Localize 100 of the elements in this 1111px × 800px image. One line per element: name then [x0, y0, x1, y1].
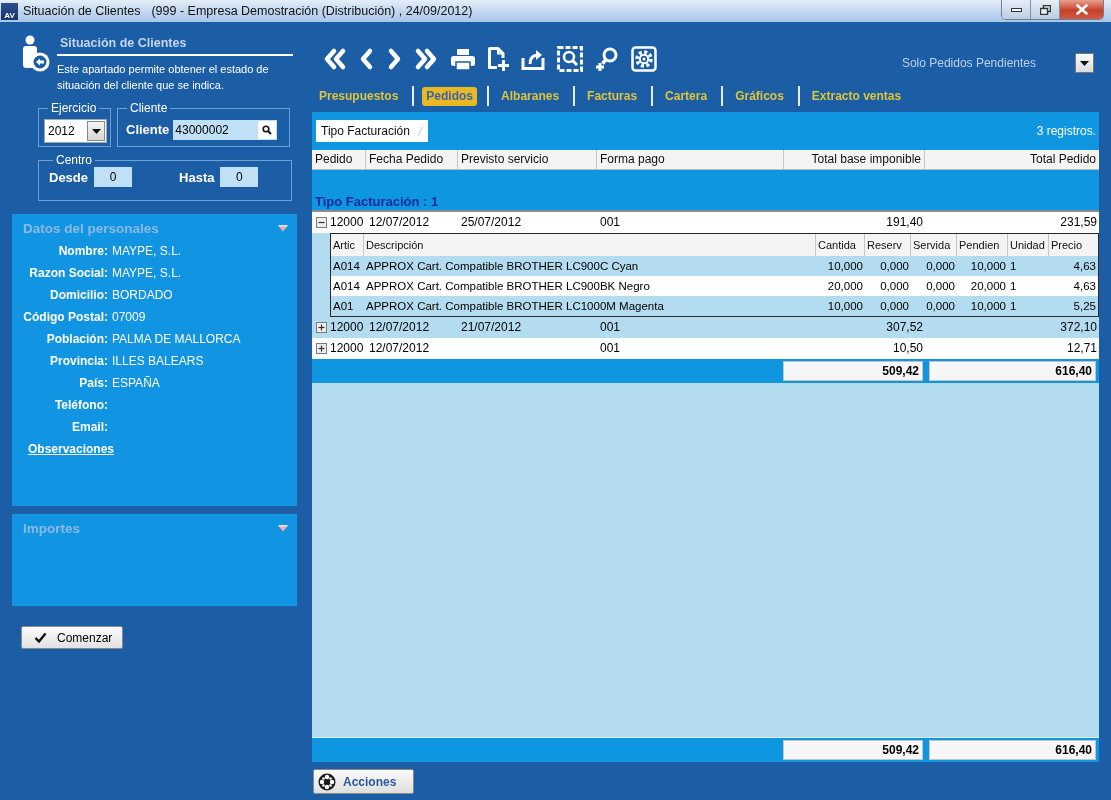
record-count: 3 registros.	[1036, 124, 1096, 138]
field-value: ESPAÑA	[111, 376, 161, 390]
field-value: MAYPE, S.L.	[111, 244, 183, 258]
actions-button[interactable]: Acciones	[313, 769, 414, 794]
tab[interactable]: Extracto ventas	[807, 86, 906, 106]
magnifier-plus-icon[interactable]	[594, 46, 620, 72]
table-cell-text: 001	[599, 214, 622, 231]
new-document-icon[interactable]	[487, 46, 509, 72]
table-cell-text: 4,63	[1072, 259, 1097, 274]
section-title: Situación de Clientes	[57, 35, 293, 56]
table-cell-text: 4,63	[1072, 279, 1097, 294]
caret-icon	[1080, 60, 1089, 66]
field-label: Email:	[71, 420, 108, 434]
field-label: Desde	[49, 169, 89, 185]
column-header[interactable]: Pedido	[312, 150, 366, 169]
column-header[interactable]: Total Pedido	[925, 150, 1099, 169]
window-title: Situación de Clientes	[23, 4, 141, 18]
field-label: Nombre:	[57, 244, 108, 258]
table-cell-text: 1	[1009, 279, 1018, 294]
gear-icon[interactable]	[631, 46, 657, 72]
field-value: PALMA DE MALLORCA	[111, 332, 242, 346]
restore-button[interactable]	[1031, 0, 1060, 19]
table-cell-text: A014	[332, 279, 361, 294]
search-icon	[262, 124, 273, 135]
close-button[interactable]	[1060, 0, 1103, 19]
table-cell-text: 0,000	[879, 279, 910, 294]
field-label: Teléfono:	[53, 398, 108, 412]
field-label: Población:	[45, 332, 108, 346]
table-cell-text: 0,000	[925, 299, 956, 314]
panel-title: Datos del personales	[23, 220, 159, 236]
field-label: Razon Social:	[28, 266, 108, 280]
minimize-button[interactable]	[1002, 0, 1031, 19]
printer-icon[interactable]	[450, 47, 476, 71]
chevron-right-icon[interactable]	[386, 47, 402, 71]
group-label: Tipo Facturación : 1	[315, 194, 439, 209]
tab[interactable]: Facturas	[583, 86, 642, 106]
table-cell-text: 10,000	[969, 299, 1007, 314]
group-label: Ejercicio	[50, 101, 98, 115]
group-by-chip[interactable]: Tipo Facturación	[316, 120, 428, 142]
minus-box-icon[interactable]	[316, 217, 327, 228]
table-cell-text: 12,71	[1065, 340, 1098, 357]
person-icon	[22, 35, 50, 73]
table-cell-text: A01	[332, 299, 355, 314]
double-chevron-right-icon[interactable]	[413, 47, 439, 71]
group-label: Centro	[55, 153, 94, 167]
total-field: 509,42	[783, 740, 923, 760]
field-label: Código Postal:	[22, 310, 108, 324]
window-subtitle: (999 - Empresa Demostración (Distribución) , 24/09/2012)	[151, 4, 473, 18]
tab[interactable]: Albaranes	[497, 86, 564, 106]
table-cell-text: 191,40	[885, 214, 924, 231]
column-header[interactable]: Precio	[1049, 234, 1098, 256]
table-cell-text: 12000	[329, 340, 365, 357]
input-field[interactable]: 0	[94, 167, 133, 187]
table-cell-text: 0,000	[925, 259, 956, 274]
total-field: 509,42	[783, 361, 923, 381]
table-cell-text: APPROX Cart. Compatible BROTHER LC900C Cyan	[365, 259, 640, 274]
dropdown-button[interactable]	[1075, 53, 1094, 73]
search-button[interactable]	[258, 120, 277, 139]
table-cell-text: 10,50	[891, 340, 924, 357]
check-icon	[34, 632, 47, 643]
total-field: 616,40	[929, 740, 1096, 760]
upload-tray-icon[interactable]	[520, 47, 546, 71]
table-cell-text: 20,000	[969, 279, 1007, 294]
table-cell-text: 372,10	[1059, 319, 1098, 336]
tab[interactable]: Presupuestos	[315, 86, 403, 106]
column-header[interactable]: Fecha Pedido	[366, 150, 458, 169]
column-header[interactable]: Total base imponible	[784, 150, 925, 169]
client-field[interactable]: 43000002	[173, 119, 278, 140]
table-cell-text: 10,000	[826, 299, 864, 314]
table-cell-text: 1	[1009, 299, 1018, 314]
table-cell-text: A014	[332, 259, 361, 274]
field-value: ILLES BALEARS	[111, 354, 205, 368]
zoom-frame-icon[interactable]	[557, 46, 583, 72]
restore-icon	[1039, 4, 1051, 15]
year-select[interactable]: 2012	[44, 119, 107, 143]
table-cell-text: 1	[1009, 259, 1018, 274]
table-cell-text: 25/07/2012	[460, 214, 523, 231]
plus-box-icon[interactable]	[316, 343, 327, 354]
field-value: MAYPE, S.L.	[111, 266, 183, 280]
double-chevron-left-icon[interactable]	[322, 47, 348, 71]
chevron-left-icon[interactable]	[359, 47, 375, 71]
plus-box-icon[interactable]	[316, 322, 327, 333]
column-header[interactable]: Forma pago	[597, 150, 784, 169]
column-header[interactable]: Previsto servicio	[458, 150, 597, 169]
total-field: 616,40	[929, 361, 1096, 381]
table-cell-text: 307,52	[885, 319, 924, 336]
table-cell-text: 001	[599, 340, 622, 357]
table-cell-text: 12000	[329, 214, 365, 231]
filter-label: Solo Pedidos Pendientes	[901, 56, 1036, 70]
table-cell-text: 10,000	[969, 259, 1007, 274]
sort-mark-icon	[417, 126, 423, 136]
start-button[interactable]: Comenzar	[21, 626, 123, 649]
reel-icon	[318, 772, 336, 791]
tab[interactable]: Cartera	[661, 86, 712, 106]
field-value: 07009	[111, 310, 147, 324]
table-cell-text: 0,000	[879, 259, 910, 274]
input-field[interactable]: 0	[220, 167, 259, 187]
close-icon	[1075, 4, 1088, 15]
table-cell-text: 10,000	[826, 259, 864, 274]
tab[interactable]: Gráficos	[731, 86, 788, 106]
